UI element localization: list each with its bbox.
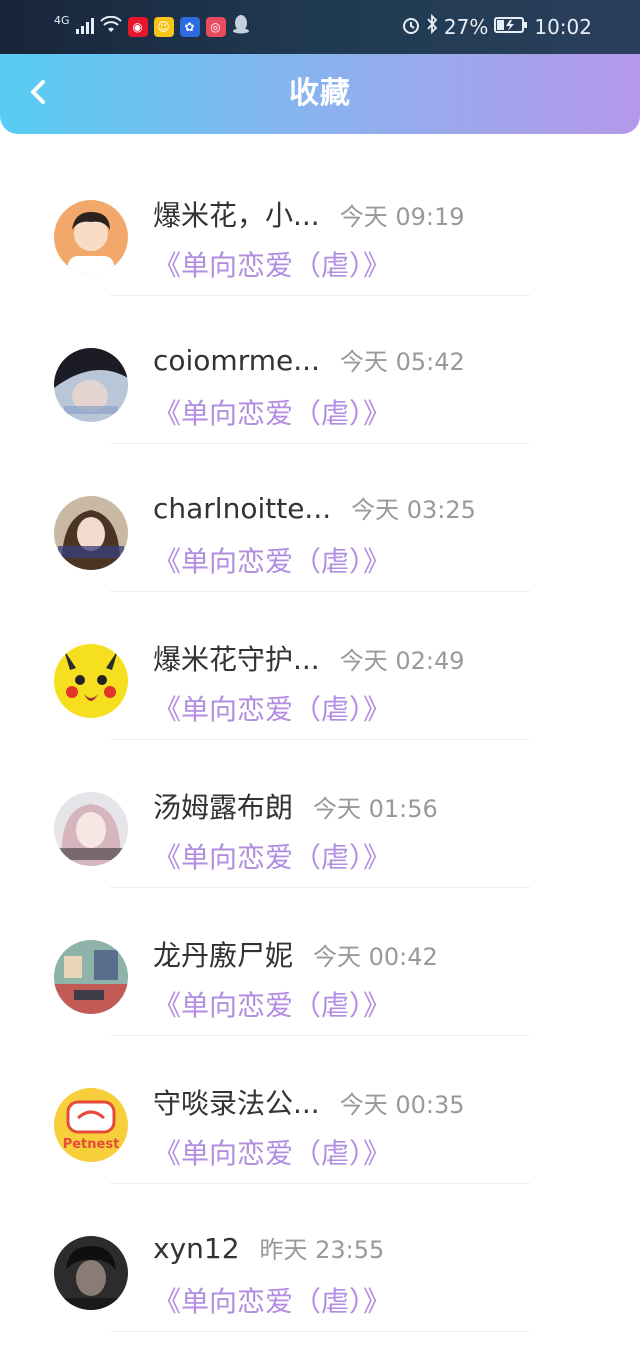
list-item[interactable]: 汤姆露布朗 今天 01:56 《单向恋爱（虐）》 (0, 740, 640, 888)
avatar (54, 348, 128, 422)
back-button[interactable] (18, 74, 58, 114)
name-row: coiomrme... 今天 05:42 (153, 342, 465, 377)
story-title: 《单向恋爱（虐）》 (153, 397, 392, 430)
avatar: Petnest (54, 1088, 128, 1162)
avatar (54, 496, 128, 570)
story-title: 《单向恋爱（虐）》 (153, 1285, 392, 1318)
baidu-icon: ✿ (179, 16, 200, 37)
favorites-list: 爆米花，小... 今天 09:19 《单向恋爱（虐）》 coiomrme... … (0, 148, 640, 1332)
avatar-text: Petnest (63, 1137, 120, 1152)
status-left: 4G ◉ ☺ ✿ ◎ (54, 14, 250, 39)
battery-icon (494, 15, 528, 39)
avatar (54, 1236, 128, 1310)
story-title: 《单向恋爱（虐）》 (153, 693, 392, 726)
avatar (54, 792, 128, 866)
name-row: xyn12 昨天 23:55 (153, 1230, 384, 1265)
story-title: 《单向恋爱（虐）》 (153, 1137, 392, 1170)
clock: 10:02 (534, 14, 592, 39)
list-item[interactable]: xyn12 昨天 23:55 《单向恋爱（虐）》 (0, 1184, 640, 1332)
list-item[interactable]: coiomrme... 今天 05:42 《单向恋爱（虐）》 (0, 296, 640, 444)
user-name: charlnoitte... (153, 492, 332, 525)
chat-app-icon: ☺ (153, 16, 174, 37)
name-row: charlnoitte... 今天 03:25 (153, 490, 476, 525)
name-row: 爆米花守护... 今天 02:49 (153, 638, 465, 678)
status-bar: 4G ◉ ☺ ✿ ◎ 27% 10:02 (0, 0, 640, 54)
name-row: 爆米花，小... 今天 09:19 (153, 194, 465, 234)
user-name: 爆米花守护... (153, 643, 320, 676)
name-row: 龙丹廒尸妮 今天 00:42 (153, 934, 438, 974)
page-title: 收藏 (289, 76, 351, 111)
timestamp: 今天 00:35 (339, 1091, 465, 1119)
wifi-icon (99, 15, 122, 39)
timestamp: 昨天 23:55 (259, 1236, 385, 1264)
weibo-icon: ◉ (127, 16, 148, 37)
timestamp: 今天 01:56 (313, 795, 438, 823)
divider (110, 1331, 530, 1332)
list-item[interactable]: 爆米花守护... 今天 02:49 《单向恋爱（虐）》 (0, 592, 640, 740)
signal-icon (75, 15, 94, 39)
timestamp: 今天 00:42 (313, 943, 438, 971)
story-title: 《单向恋爱（虐）》 (153, 545, 392, 578)
chevron-left-icon (28, 79, 48, 109)
battery-percent: 27% (443, 14, 489, 39)
list-item[interactable]: charlnoitte... 今天 03:25 《单向恋爱（虐）》 (0, 444, 640, 592)
story-title: 《单向恋爱（虐）》 (153, 249, 392, 282)
status-right: 27% 10:02 (402, 13, 592, 39)
user-name: 龙丹廒尸妮 (153, 939, 294, 972)
network-type: 4G (54, 14, 70, 27)
user-name: xyn12 (153, 1232, 240, 1265)
bluetooth-icon (426, 13, 438, 39)
alarm-icon (402, 15, 420, 39)
name-row: 汤姆露布朗 今天 01:56 (153, 786, 438, 826)
avatar (54, 940, 128, 1014)
list-item[interactable]: Petnest 守啖录法公... 今天 00:35 《单向恋爱（虐）》 (0, 1036, 640, 1184)
name-row: 守啖录法公... 今天 00:35 (153, 1082, 465, 1122)
list-item[interactable]: 龙丹廒尸妮 今天 00:42 《单向恋爱（虐）》 (0, 888, 640, 1036)
story-title: 《单向恋爱（虐）》 (153, 989, 392, 1022)
story-title: 《单向恋爱（虐）》 (153, 841, 392, 874)
qq-icon (232, 14, 250, 39)
avatar (54, 200, 128, 274)
avatar (54, 644, 128, 718)
timestamp: 今天 02:49 (339, 647, 465, 675)
user-name: 守啖录法公... (153, 1087, 320, 1120)
list-item[interactable]: 爆米花，小... 今天 09:19 《单向恋爱（虐）》 (0, 148, 640, 296)
user-name: coiomrme... (153, 344, 320, 377)
header-bar: 收藏 (0, 54, 640, 134)
timestamp: 今天 09:19 (339, 203, 465, 231)
user-name: 爆米花，小... (153, 199, 320, 232)
app-icon-red: ◎ (205, 16, 226, 37)
timestamp: 今天 05:42 (339, 348, 465, 376)
user-name: 汤姆露布朗 (153, 791, 294, 824)
timestamp: 今天 03:25 (351, 496, 476, 524)
